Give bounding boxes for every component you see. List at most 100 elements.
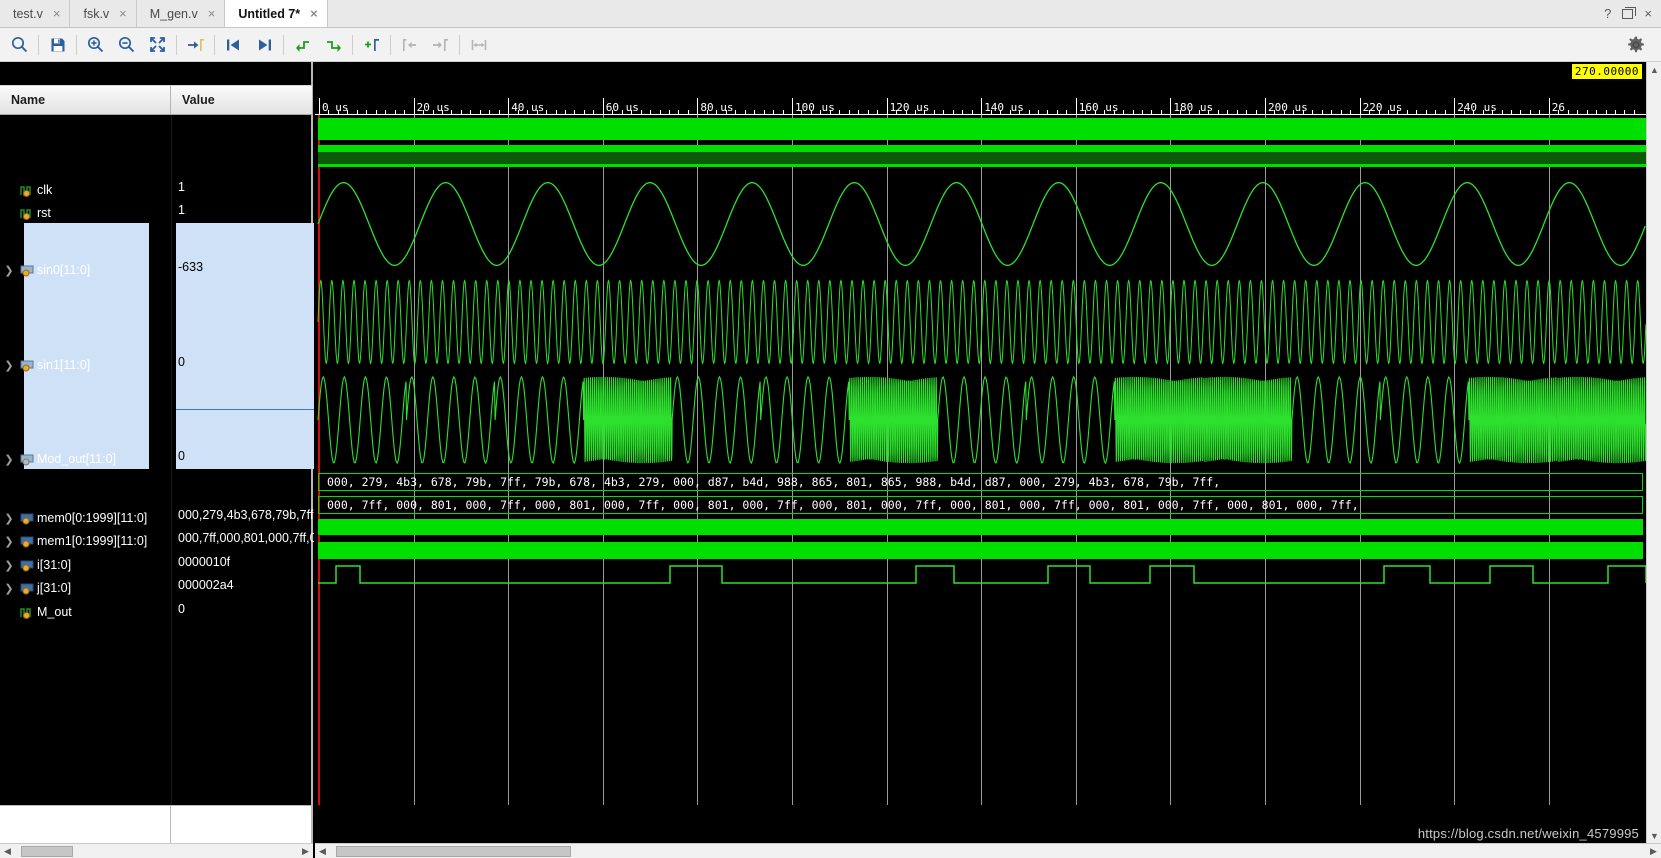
- signal-name-label: sin0[11:0]: [37, 263, 91, 277]
- close-window-icon[interactable]: ×: [1644, 7, 1652, 20]
- previous-marker-icon[interactable]: [287, 31, 318, 59]
- waveform-hscrollbar[interactable]: ◀ ▶: [315, 843, 1661, 858]
- chevron-right-icon[interactable]: ❯: [0, 264, 18, 277]
- previous-transition-icon[interactable]: [218, 31, 249, 59]
- signal-row-m-out[interactable]: M_out: [0, 602, 171, 622]
- ruler-tick-label: 240 us: [1457, 101, 1497, 114]
- close-icon[interactable]: ×: [53, 7, 61, 20]
- toolbar-separator: [283, 34, 284, 55]
- chevron-right-icon[interactable]: ❯: [0, 582, 18, 595]
- scroll-thumb[interactable]: [21, 845, 73, 857]
- scroll-left-icon[interactable]: ◀: [315, 844, 330, 858]
- signal-row-sin0[interactable]: ❯ sin0[11:0]: [0, 260, 171, 280]
- zoom-in-icon[interactable]: [80, 31, 111, 59]
- signal-row-mem0[interactable]: ❯ mem0[0:1999][11:0]: [0, 508, 171, 528]
- time-ruler[interactable]: 0 us 20 us 40 us 60 us 80 us 100 us 120 us 140 …: [315, 98, 1661, 115]
- scroll-track[interactable]: [15, 843, 298, 858]
- measure-icon[interactable]: [463, 31, 494, 59]
- signal-value-sin0: -633: [178, 260, 204, 274]
- signal-name-label: j[31:0]: [37, 581, 72, 595]
- toolbar-separator: [38, 34, 39, 55]
- tab-test-v[interactable]: test.v ×: [0, 0, 71, 27]
- signal-value-mod-out: 0: [178, 449, 185, 463]
- tab-label: test.v: [13, 6, 43, 21]
- waveform-canvas[interactable]: 000, 279, 4b3, 678, 79b, 7ff, 79b, 678, …: [315, 115, 1661, 805]
- scroll-down-icon[interactable]: ▼: [1647, 828, 1661, 843]
- signal-value-mem0: 000,279,4b3,678,79b,7ff,7: [178, 508, 314, 522]
- waveform-sin0: [317, 181, 1646, 267]
- column-header-value[interactable]: Value: [171, 85, 313, 115]
- tab-m-gen-v[interactable]: M_gen.v ×: [136, 0, 226, 27]
- signal-row-i[interactable]: ❯ i[31:0]: [0, 555, 171, 575]
- close-icon[interactable]: ×: [310, 7, 318, 20]
- waveform-bus-mem1[interactable]: 000, 7ff, 000, 801, 000, 7ff, 000, 801, …: [318, 496, 1643, 514]
- column-header-name-label: Name: [11, 93, 46, 107]
- waveform-bus-i[interactable]: [318, 519, 1643, 535]
- tab-fsk-v[interactable]: fsk.v ×: [70, 0, 137, 27]
- waveform-rst: [318, 145, 1646, 167]
- search-icon[interactable]: [4, 31, 35, 59]
- scroll-thumb[interactable]: [336, 845, 571, 857]
- move-left-icon[interactable]: [394, 31, 425, 59]
- chevron-right-icon[interactable]: ❯: [0, 359, 18, 372]
- waveform-sin1: [317, 279, 1647, 365]
- signal-row-rst[interactable]: rst: [0, 203, 171, 223]
- chevron-right-icon[interactable]: ❯: [0, 559, 18, 572]
- next-transition-icon[interactable]: [249, 31, 280, 59]
- chevron-right-icon[interactable]: ❯: [0, 512, 18, 525]
- signal-value-rst: 1: [178, 203, 185, 217]
- vivado-waveform-window: test.v × fsk.v × M_gen.v × Untitled 7* ×…: [0, 0, 1661, 858]
- toolbar-separator: [76, 34, 77, 55]
- waveform-pane: 270.00000 0 us 20 us 40 us 60 us 80 us 100 us…: [315, 62, 1661, 858]
- column-header-name[interactable]: Name: [0, 85, 171, 115]
- close-icon[interactable]: ×: [119, 7, 127, 20]
- waveform-mod-out: [317, 375, 1647, 465]
- next-marker-icon[interactable]: [318, 31, 349, 59]
- signal-row-clk[interactable]: clk: [0, 180, 171, 200]
- scroll-track[interactable]: [330, 843, 1646, 858]
- array-signal-icon: [18, 559, 37, 572]
- scroll-up-icon[interactable]: ▲: [1647, 62, 1661, 77]
- signal-row-mod-out[interactable]: ❯ Mod_out[11:0]: [0, 449, 171, 469]
- waveform-bus-mem0[interactable]: 000, 279, 4b3, 678, 79b, 7ff, 79b, 678, …: [318, 473, 1643, 491]
- chevron-right-icon[interactable]: ❯: [0, 453, 18, 466]
- signal-value-m-out: 0: [178, 602, 185, 616]
- signal-values-column: 1 1 -633 0 0 000,279,4b3,678,79b,7ff,7 0…: [171, 115, 314, 805]
- toolbar-separator: [390, 34, 391, 55]
- chevron-right-icon[interactable]: ❯: [0, 535, 18, 548]
- ruler-tick-label: 220 us: [1362, 101, 1403, 114]
- signal-list-footer-name-cell: [0, 806, 171, 843]
- signal-row-sin1[interactable]: ❯ sin1[11:0]: [0, 355, 171, 375]
- add-marker-icon[interactable]: [356, 31, 387, 59]
- signal-name-label: Mod_out[11:0]: [37, 452, 116, 466]
- scroll-right-icon[interactable]: ▶: [298, 844, 313, 858]
- signal-name-label: clk: [37, 183, 53, 197]
- help-icon[interactable]: ?: [1604, 7, 1611, 20]
- zoom-out-icon[interactable]: [111, 31, 142, 59]
- waveform-bus-j[interactable]: [318, 542, 1643, 559]
- gear-icon[interactable]: [1620, 31, 1651, 59]
- marker-time-badge[interactable]: 270.00000: [1571, 64, 1642, 79]
- scroll-left-icon[interactable]: ◀: [0, 844, 15, 858]
- toolbar-separator: [214, 34, 215, 55]
- waveform-clk: [318, 118, 1646, 140]
- save-icon[interactable]: [42, 31, 73, 59]
- ruler-tick-label: 140 us: [984, 101, 1024, 114]
- ruler-tick-label: 160 us: [1078, 101, 1119, 114]
- signal-list-hscrollbar[interactable]: ◀ ▶: [0, 843, 313, 858]
- scroll-right-icon[interactable]: ▶: [1646, 844, 1661, 858]
- move-right-icon[interactable]: [425, 31, 456, 59]
- waveform-toolbar: [0, 28, 1661, 62]
- signal-row-mem1[interactable]: ❯ mem1[0:1999][11:0]: [0, 531, 171, 551]
- restore-window-icon[interactable]: [1622, 6, 1637, 19]
- close-icon[interactable]: ×: [208, 7, 216, 20]
- array-signal-icon: [18, 512, 37, 525]
- signal-value-clk: 1: [178, 180, 185, 194]
- tab-untitled-7[interactable]: Untitled 7* ×: [225, 0, 328, 27]
- signal-list-footer: [0, 805, 313, 843]
- go-to-time-icon[interactable]: [180, 31, 211, 59]
- zoom-fit-icon[interactable]: [142, 31, 173, 59]
- signal-row-j[interactable]: ❯ j[31:0]: [0, 578, 171, 598]
- signal-name-label: mem0[0:1999][11:0]: [37, 511, 148, 525]
- waveform-vscrollbar[interactable]: ▲ ▼: [1646, 62, 1661, 858]
